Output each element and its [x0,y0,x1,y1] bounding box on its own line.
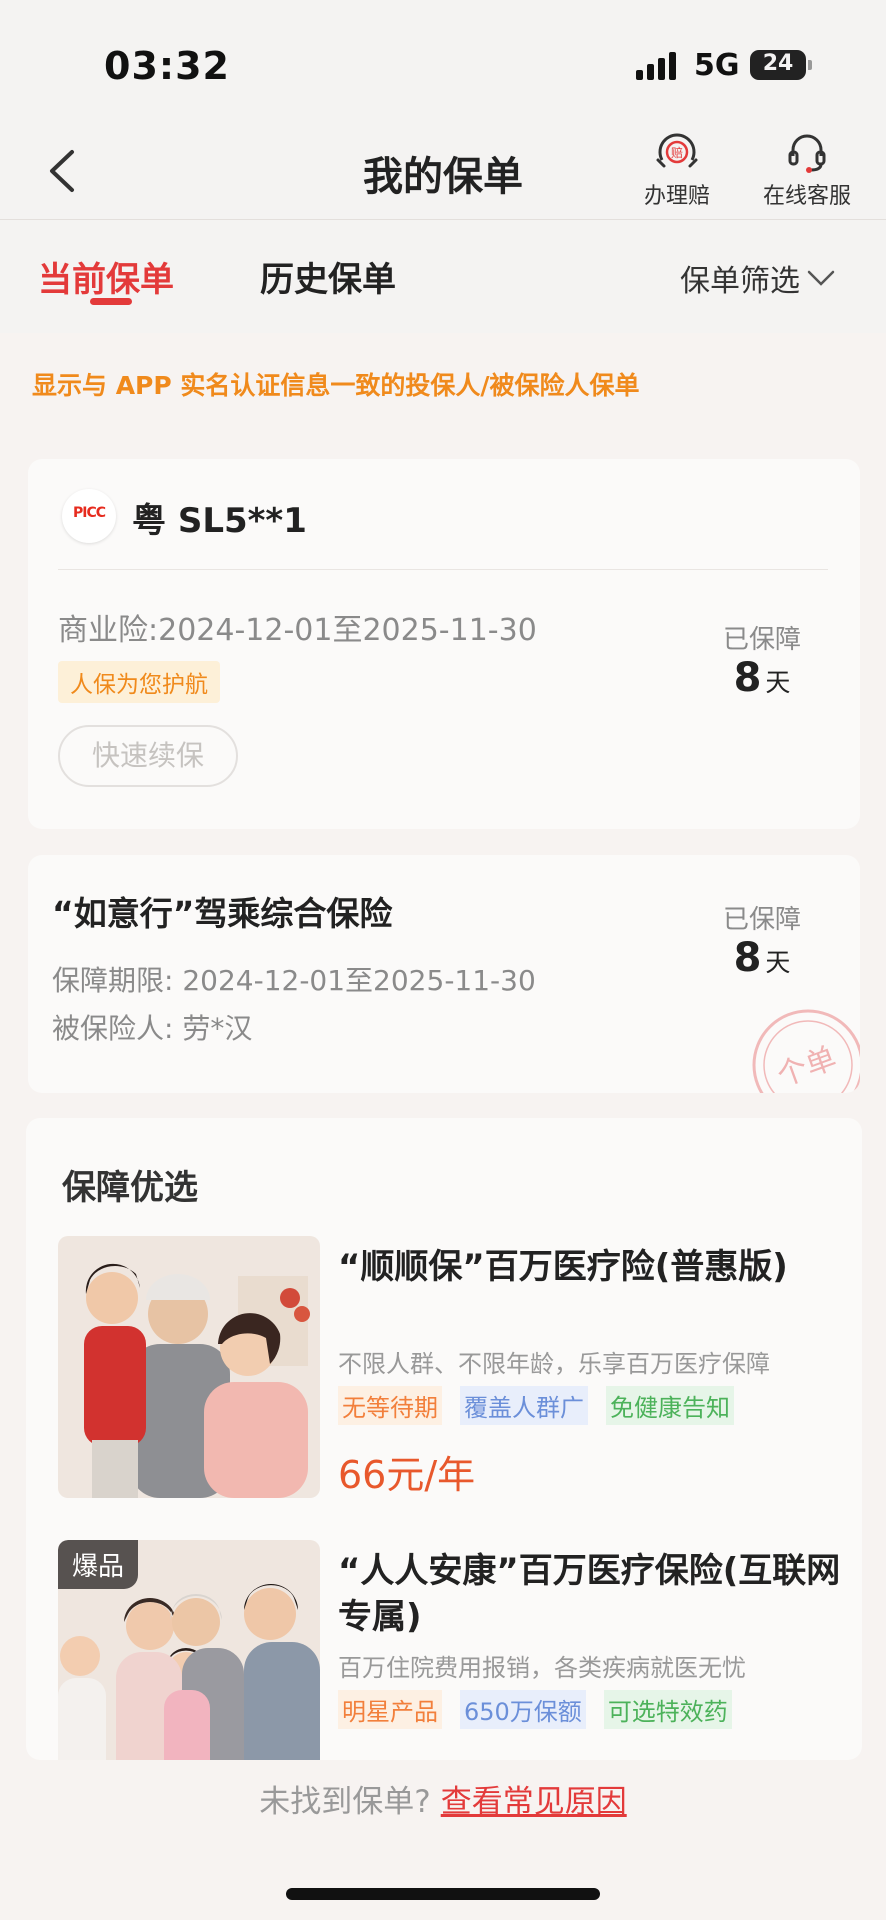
product-price: 66元/年 [338,1453,476,1497]
product-tag: 可选特效药 [603,1690,732,1729]
product-tag: 覆盖人群广 [460,1386,588,1425]
policy-card-vehicle[interactable]: PICC 粤 SL5**1 商业险:2024-12-01至2025-11-30 … [28,459,860,829]
status-time: 03:32 [104,44,230,88]
battery-level: 24 [762,51,794,76]
product-image-family: 爆品 [58,1540,320,1760]
picc-logo: PICC [62,489,116,543]
protect-tag: 人保为您护航 [58,661,220,703]
filter-label: 保单筛选 [680,264,800,299]
days-count: 8 [733,935,762,981]
policy-title: “如意行”驾乘综合保险 [52,894,393,933]
hot-badge: 爆品 [58,1540,139,1589]
protected-label: 已保障 [722,625,801,655]
recommend-section: 保障优选 “顺顺保”百万医疗险(普惠版) 不限人群、不限年龄，乐享百万医疗保障 … [26,1118,862,1760]
home-indicator[interactable] [286,1888,600,1900]
picc-logo-text: PICC [72,505,106,521]
protected-days: 8天 [702,935,822,981]
claim-icon-char: 赔 [671,145,683,160]
claim-button[interactable]: 赔 办理赔 [622,130,732,210]
product-tag: 650万保额 [460,1690,586,1729]
product-image-family [58,1236,320,1498]
product-desc: 不限人群、不限年龄，乐享百万医疗保障 [338,1350,770,1378]
footer-help: 未找到保单? 查看常见原因 [0,1776,886,1821]
common-reasons-link[interactable]: 查看常见原因 [441,1784,627,1820]
service-label: 在线客服 [762,184,851,209]
days-unit: 天 [765,668,791,697]
signal-icon [636,52,678,80]
claim-icon: 赔 [656,133,698,168]
tab-active-indicator [90,298,132,305]
quick-renew-button[interactable]: 快速续保 [58,725,238,787]
individual-policy-stamp: 个单 [752,1009,860,1093]
product-item[interactable]: 爆品 “人人安康”百万医疗保险(互联网专属) 百万住院费用报销，各类疾病就医无忧… [58,1540,858,1760]
product-tag: 免健康告知 [606,1386,734,1425]
verification-notice: 显示与 APP 实名认证信息一致的投保人/被保险人保单 [32,371,640,400]
battery-icon: 24 [750,50,806,80]
nav-divider [0,219,886,220]
product-name: “人人安康”百万医疗保险(互联网专属) [338,1551,841,1637]
section-title: 保障优选 [62,1168,198,1208]
product-tags: 无等待期 覆盖人群广 免健康告知 [338,1386,752,1425]
claim-label: 办理赔 [643,184,710,209]
product-tag: 明星产品 [338,1690,442,1729]
policy-insured: 被保险人: 劳*汉 [52,1012,253,1045]
footer-question: 未找到保单? [259,1784,431,1820]
product-name: “顺顺保”百万医疗险(普惠版) [338,1247,788,1287]
license-plate: 粤 SL5**1 [132,501,307,541]
product-item[interactable]: “顺顺保”百万医疗险(普惠版) 不限人群、不限年龄，乐享百万医疗保障 无等待期 … [58,1236,858,1498]
days-count: 8 [733,655,762,701]
status-bar: 03:32 5G 24 [0,0,886,120]
customer-service-button[interactable]: 在线客服 [752,130,862,210]
tab-current-policies[interactable]: 当前保单 [38,252,174,301]
battery-tip [808,60,812,70]
protected-days: 8天 [702,655,822,701]
days-unit: 天 [765,948,791,977]
product-tags: 明星产品 650万保额 可选特效药 [338,1690,750,1729]
policy-filter-dropdown[interactable]: 保单筛选 [680,256,836,300]
headset-icon [788,134,826,173]
card-divider [58,569,828,570]
stamp-text: 个单 [773,1041,841,1093]
product-desc: 百万住院费用报销，各类疾病就医无忧 [338,1654,746,1682]
policy-range: 商业险:2024-12-01至2025-11-30 [58,613,537,648]
policy-period: 保障期限: 2024-12-01至2025-11-30 [52,964,536,997]
chevron-down-icon [807,270,835,286]
policy-card-travel[interactable]: “如意行”驾乘综合保险 保障期限: 2024-12-01至2025-11-30 … [28,855,860,1093]
network-type: 5G [694,48,740,83]
product-tag: 无等待期 [338,1386,442,1425]
tab-history-policies[interactable]: 历史保单 [260,252,396,301]
protected-label: 已保障 [722,905,801,935]
